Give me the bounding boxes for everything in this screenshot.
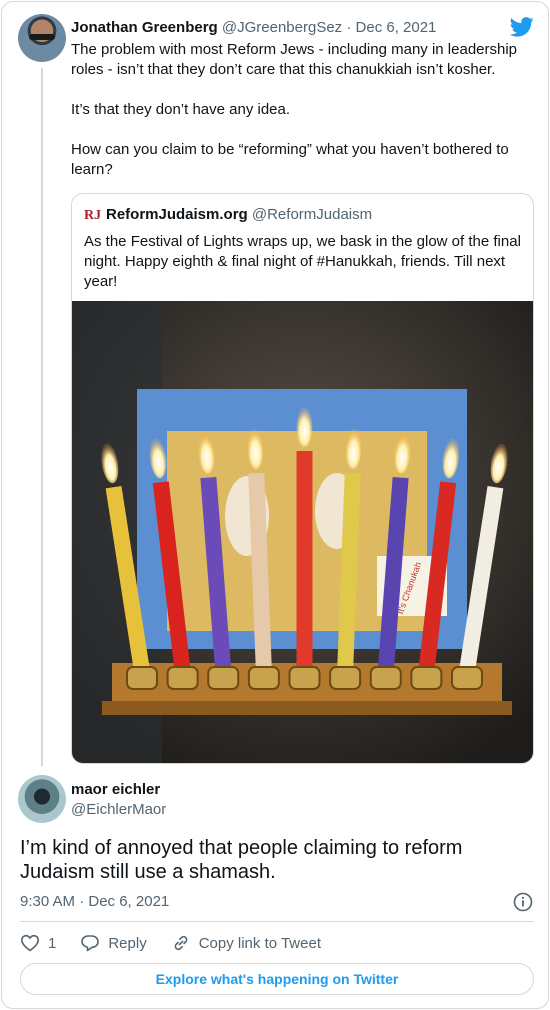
candle-holder [451,666,483,690]
candle-holder [329,666,362,690]
tweet-embed-card: Jonathan Greenberg @JGreenbergSez · Dec … [1,1,549,1009]
quoted-header: RJ ReformJudaism.org @ReformJudaism [84,206,372,225]
like-button[interactable]: 1 [20,933,56,953]
author-name[interactable]: Jonathan Greenberg [71,19,218,36]
author-header: Jonathan Greenberg @JGreenbergSez · Dec … [71,19,436,37]
reply-button[interactable]: Reply [80,933,147,953]
header-separator: · [342,19,356,36]
divider [20,921,534,922]
author-handle[interactable]: @JGreenbergSez [222,19,342,36]
quoted-author-name[interactable]: ReformJudaism.org [106,206,248,223]
reply-timestamp[interactable]: 9:30 AM · Dec 6, 2021 [20,893,169,910]
quoted-tweet-text: As the Festival of Lights wraps up, we b… [84,233,521,290]
quoted-author-handle[interactable]: @ReformJudaism [252,206,372,223]
copy-link-label: Copy link to Tweet [198,934,321,952]
reply-author-name[interactable]: maor eichler [71,780,166,800]
tweet-paragraph: The problem with most Reform Jews - incl… [71,41,518,78]
candle-holder [126,666,158,690]
info-icon[interactable] [513,892,533,912]
quoted-avatar-logo[interactable]: RJ [84,207,101,225]
candle-holder [247,666,280,690]
hanukkah-menorah-photo[interactable]: It's Chanukah [72,301,533,763]
explore-twitter-button[interactable]: Explore what's happening on Twitter [20,963,534,995]
candle-holder [369,666,402,690]
reply-icon [81,935,100,952]
candle-holder [166,666,199,690]
candle-holder [288,666,321,690]
heart-icon [20,934,40,952]
candle-body [296,451,313,671]
reply-author-header: maor eichler @EichlerMaor [71,780,166,820]
author-avatar[interactable] [18,14,66,62]
candle-flame [296,407,313,447]
like-count: 1 [48,934,57,952]
quoted-tweet[interactable]: RJ ReformJudaism.org @ReformJudaism As th… [71,193,534,764]
link-icon [174,935,188,951]
candle-holder [207,666,240,690]
reply-text: I’m kind of annoyed that people claiming… [20,837,463,883]
tweet-body: The problem with most Reform Jews - incl… [71,40,526,200]
reply-label: Reply [108,934,147,952]
thread-connector-line [41,68,43,766]
candle-holder [410,666,443,690]
tweet-paragraph: It’s that they don’t have any idea. [71,101,291,118]
twitter-bird-icon[interactable] [510,17,534,37]
copy-link-button[interactable]: Copy link to Tweet [171,933,321,953]
menorah-base-edge [102,701,512,715]
reply-author-avatar[interactable] [18,775,66,823]
tweet-paragraph: How can you claim to be “reforming” what… [71,141,509,178]
tweet-date[interactable]: Dec 6, 2021 [356,19,437,36]
reply-author-handle[interactable]: @EichlerMaor [71,800,166,820]
action-bar: 1 Reply Copy link to Tweet [20,932,345,954]
